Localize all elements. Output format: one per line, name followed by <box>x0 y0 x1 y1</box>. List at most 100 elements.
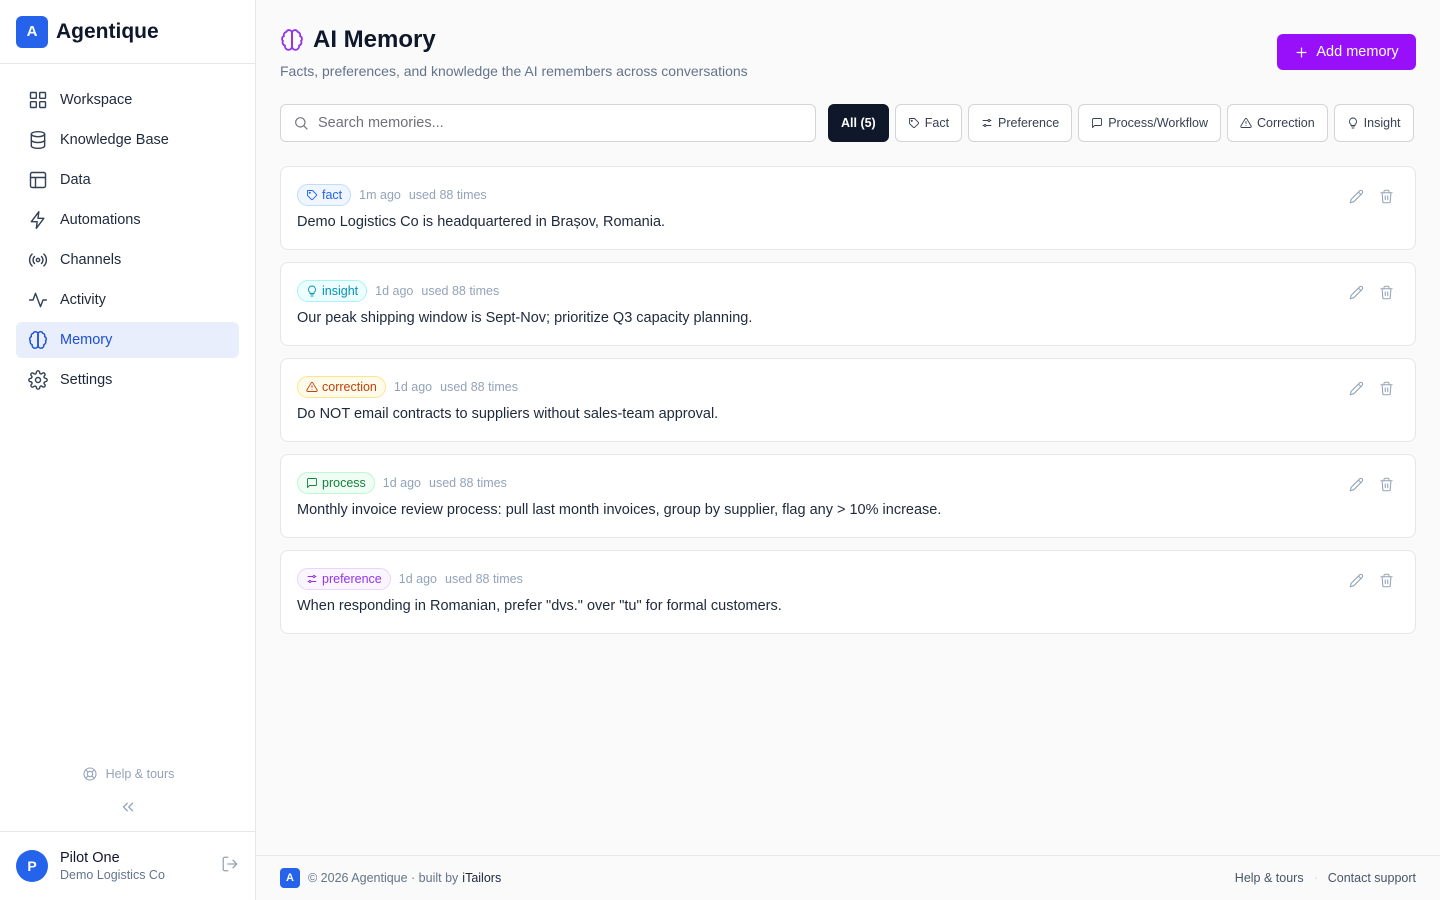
edit-button[interactable] <box>1347 187 1365 205</box>
edit-button[interactable] <box>1347 571 1365 589</box>
sidebar-item-data[interactable]: Data <box>16 162 239 198</box>
footer-help-link[interactable]: Help & tours <box>1235 871 1304 885</box>
edit-button[interactable] <box>1347 283 1365 301</box>
search-box[interactable] <box>280 104 816 142</box>
memory-card: insight 1d ago used 88 times Our peak sh… <box>280 262 1416 346</box>
avatar[interactable]: P <box>16 850 48 882</box>
sidebar-item-automations[interactable]: Automations <box>16 202 239 238</box>
delete-button[interactable] <box>1377 571 1395 589</box>
contact-support-link[interactable]: Contact support <box>1328 871 1416 885</box>
memory-list: fact 1m ago used 88 times Demo Logistics… <box>280 166 1416 646</box>
logout-button[interactable] <box>221 855 239 878</box>
delete-button[interactable] <box>1377 475 1395 493</box>
page-subtitle: Facts, preferences, and knowledge the AI… <box>280 63 748 79</box>
type-label: process <box>322 476 366 490</box>
sliders-icon <box>982 119 992 127</box>
warning-triangle-icon <box>306 382 318 392</box>
usage-count: used 88 times <box>440 380 518 394</box>
help-tours-link[interactable]: Help & tours <box>0 766 256 782</box>
memory-age: 1d ago <box>398 572 437 586</box>
logout-icon <box>222 856 238 871</box>
sidebar-item-knowledge-base[interactable]: Knowledge Base <box>16 122 239 158</box>
search-icon <box>295 117 308 130</box>
edit-button[interactable] <box>1347 475 1365 493</box>
main-content: AI Memory Facts, preferences, and knowle… <box>256 0 1440 900</box>
memory-meta: correction 1d ago used 88 times <box>297 376 1399 398</box>
grid-icon <box>29 91 47 109</box>
lightning-icon <box>30 210 45 230</box>
filter-insight[interactable]: Insight <box>1333 104 1414 142</box>
memory-actions <box>1335 187 1395 205</box>
pencil-icon <box>1349 285 1363 299</box>
builder-link[interactable]: iTailors <box>462 871 501 885</box>
type-label: preference <box>322 572 382 586</box>
pencil-icon <box>1349 573 1363 587</box>
type-badge: preference <box>297 568 391 590</box>
memory-age: 1m ago <box>359 188 401 202</box>
footer-logo: A <box>280 868 300 888</box>
sidebar-item-channels[interactable]: Channels <box>16 242 239 278</box>
delete-button[interactable] <box>1377 187 1395 205</box>
search-input[interactable] <box>318 115 803 131</box>
filter-label: Fact <box>924 116 950 130</box>
filter-correction[interactable]: Correction <box>1227 104 1328 142</box>
message-square-icon <box>307 478 317 488</box>
user-info: Pilot One Demo Logistics Co <box>60 850 221 882</box>
memory-text: Our peak shipping window is Sept-Nov; pr… <box>297 310 753 326</box>
activity-icon <box>28 292 48 308</box>
sliders-icon <box>307 575 317 583</box>
type-badge: process <box>297 472 375 494</box>
memory-text: Monthly invoice review process: pull las… <box>297 502 942 518</box>
copyright: © 2026 Agentique · built by <box>308 871 459 885</box>
user-profile: P Pilot One Demo Logistics Co <box>0 831 255 900</box>
sidebar-item-label: Data <box>60 172 91 188</box>
usage-count: used 88 times <box>421 284 500 298</box>
filter-preference[interactable]: Preference <box>968 104 1073 142</box>
filter-all[interactable]: All (5) <box>828 104 889 142</box>
delete-button[interactable] <box>1377 379 1395 397</box>
tag-icon <box>908 118 919 129</box>
sidebar-item-label: Activity <box>60 292 106 308</box>
sidebar-item-label: Settings <box>60 372 113 388</box>
filter-label: Insight <box>1363 116 1401 130</box>
sidebar-item-activity[interactable]: Activity <box>16 282 239 318</box>
sidebar-item-settings[interactable]: Settings <box>16 362 239 398</box>
page-header: AI Memory Facts, preferences, and knowle… <box>280 26 748 79</box>
memory-text: Demo Logistics Co is headquartered in Br… <box>297 214 666 230</box>
brand[interactable]: A Agentique <box>0 0 255 64</box>
memory-card: process 1d ago used 88 times Monthly inv… <box>280 454 1416 538</box>
collapse-sidebar-button[interactable] <box>0 798 256 816</box>
plus-icon <box>1296 47 1307 57</box>
type-label: correction <box>322 380 377 394</box>
warning-triangle-icon <box>1240 118 1252 128</box>
sidebar-item-label: Knowledge Base <box>60 132 169 148</box>
brand-name[interactable]: Agentique <box>56 20 159 44</box>
trash-icon <box>1379 285 1393 299</box>
memory-actions <box>1335 379 1395 397</box>
filter-process[interactable]: Process/Workflow <box>1078 104 1221 142</box>
lifebuoy-icon <box>83 767 97 781</box>
page-title: AI Memory <box>313 26 436 53</box>
help-tours-label: Help & tours <box>105 767 175 781</box>
add-memory-button[interactable]: Add memory <box>1277 34 1416 70</box>
memory-meta: preference 1d ago used 88 times <box>297 568 1399 590</box>
brand-logo[interactable]: A <box>16 15 48 48</box>
filter-label: Correction <box>1257 116 1315 130</box>
database-icon <box>30 130 46 150</box>
sidebar-item-memory[interactable]: Memory <box>16 322 239 358</box>
filter-label: Preference <box>998 116 1060 130</box>
usage-count: used 88 times <box>429 476 507 490</box>
footer-separator: · <box>1313 871 1318 885</box>
add-memory-label: Add memory <box>1316 44 1399 60</box>
sidebar-item-workspace[interactable]: Workspace <box>16 82 239 118</box>
sidebar-item-label: Memory <box>60 332 113 348</box>
memory-age: 1d ago <box>382 476 422 490</box>
memory-meta: fact 1m ago used 88 times <box>297 184 1399 206</box>
delete-button[interactable] <box>1377 283 1395 301</box>
sidebar-item-label: Channels <box>60 252 122 268</box>
filter-fact[interactable]: Fact <box>894 104 963 142</box>
trash-icon <box>1379 189 1393 203</box>
edit-button[interactable] <box>1347 379 1365 397</box>
type-badge: insight <box>297 280 368 302</box>
footer: A © 2026 Agentique · built by iTailors H… <box>256 855 1440 900</box>
